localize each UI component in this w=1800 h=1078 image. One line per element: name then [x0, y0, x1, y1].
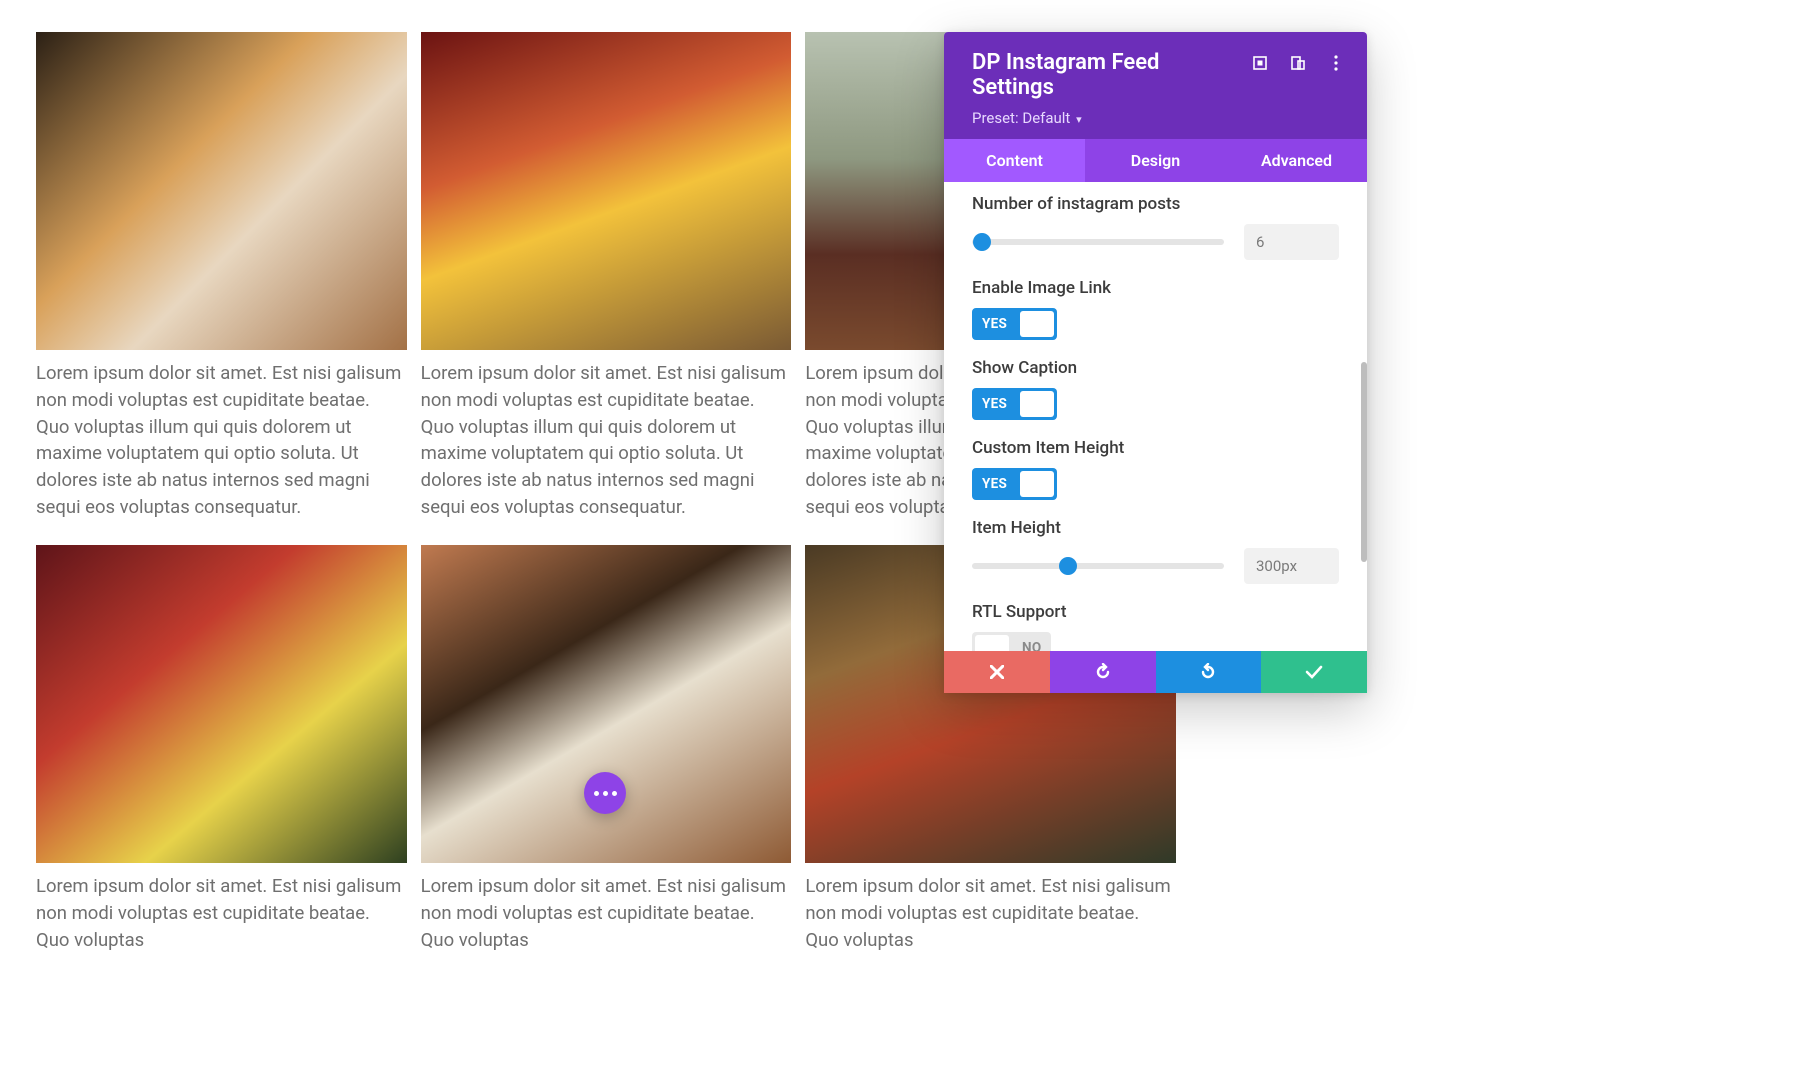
feed-image[interactable] — [36, 32, 407, 350]
preset-dropdown[interactable]: Preset: Default ▾ — [972, 109, 1345, 127]
save-button[interactable] — [1261, 651, 1367, 693]
slider-thumb[interactable] — [1059, 557, 1077, 575]
feed-caption: Lorem ipsum dolor sit amet. Est nisi gal… — [805, 873, 1176, 953]
field-label: Item Height — [972, 518, 1339, 538]
field-item-height: Item Height 300px — [944, 518, 1367, 584]
redo-button[interactable] — [1156, 651, 1262, 693]
field-label: Show Caption — [972, 358, 1339, 378]
feed-caption: Lorem ipsum dolor sit amet. Est nisi gal… — [36, 873, 407, 953]
feed-caption: Lorem ipsum dolor sit amet. Est nisi gal… — [36, 360, 407, 521]
posts-slider[interactable] — [972, 239, 1224, 245]
dot-icon — [594, 791, 599, 796]
tab-advanced[interactable]: Advanced — [1226, 139, 1367, 182]
tab-content[interactable]: Content — [944, 139, 1085, 182]
builder-fab-button[interactable] — [584, 772, 626, 814]
feed-item[interactable]: Lorem ipsum dolor sit amet. Est nisi gal… — [36, 32, 407, 521]
undo-button[interactable] — [1050, 651, 1156, 693]
item-height-input[interactable]: 300px — [1244, 548, 1339, 584]
slider-thumb[interactable] — [973, 233, 991, 251]
panel-body[interactable]: Number of instagram posts 6 Enable Image… — [944, 182, 1367, 651]
panel-actions — [944, 651, 1367, 693]
panel-header[interactable]: DP Instagram Feed Settings — [944, 32, 1367, 139]
item-height-slider[interactable] — [972, 563, 1224, 569]
dot-icon — [603, 791, 608, 796]
scrollbar[interactable] — [1361, 362, 1367, 562]
field-label: RTL Support — [972, 602, 1339, 622]
feed-image[interactable] — [421, 32, 792, 350]
field-enable-image-link: Enable Image Link YES — [944, 278, 1367, 340]
feed-item[interactable]: Lorem ipsum dolor sit amet. Est nisi gal… — [421, 32, 792, 521]
dot-icon — [612, 791, 617, 796]
feed-image[interactable] — [36, 545, 407, 863]
field-custom-item-height: Custom Item Height YES — [944, 438, 1367, 500]
field-rtl-support: RTL Support NO — [944, 602, 1367, 651]
feed-caption: Lorem ipsum dolor sit amet. Est nisi gal… — [421, 360, 792, 521]
chevron-down-icon: ▾ — [1076, 113, 1082, 126]
rtl-toggle[interactable]: NO — [972, 632, 1051, 651]
show-caption-toggle[interactable]: YES — [972, 388, 1057, 420]
field-number-of-posts: Number of instagram posts 6 — [944, 194, 1367, 260]
field-label: Number of instagram posts — [972, 194, 1339, 214]
toggle-knob — [1020, 471, 1054, 497]
posts-value-input[interactable]: 6 — [1244, 224, 1339, 260]
cancel-button[interactable] — [944, 651, 1050, 693]
feed-caption: Lorem ipsum dolor sit amet. Est nisi gal… — [421, 873, 792, 953]
toggle-knob — [1020, 391, 1054, 417]
tab-design[interactable]: Design — [1085, 139, 1226, 182]
settings-panel: DP Instagram Feed Settings — [944, 32, 1367, 693]
field-show-caption: Show Caption YES — [944, 358, 1367, 420]
more-icon[interactable] — [1327, 54, 1345, 72]
custom-height-toggle[interactable]: YES — [972, 468, 1057, 500]
feed-image[interactable] — [421, 545, 792, 863]
toggle-knob — [1020, 311, 1054, 337]
responsive-icon[interactable] — [1289, 54, 1307, 72]
feed-item[interactable]: Lorem ipsum dolor sit amet. Est nisi gal… — [36, 545, 407, 953]
feed-item[interactable]: Lorem ipsum dolor sit amet. Est nisi gal… — [421, 545, 792, 953]
expand-icon[interactable] — [1251, 54, 1269, 72]
panel-tabs: Content Design Advanced — [944, 139, 1367, 182]
field-label: Enable Image Link — [972, 278, 1339, 298]
enable-link-toggle[interactable]: YES — [972, 308, 1057, 340]
toggle-knob — [975, 635, 1009, 651]
field-label: Custom Item Height — [972, 438, 1339, 458]
panel-title: DP Instagram Feed Settings — [972, 50, 1232, 101]
